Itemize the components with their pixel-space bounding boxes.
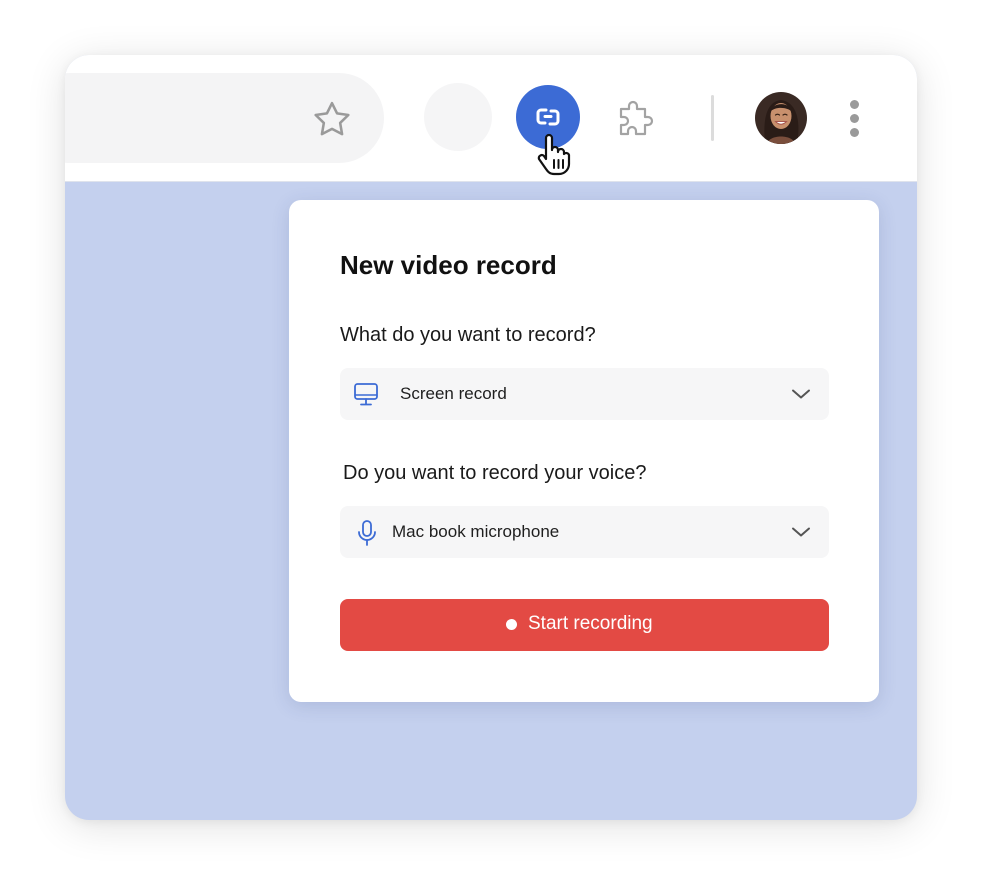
- voice-question-label: Do you want to record your voice?: [343, 462, 647, 484]
- star-icon[interactable]: [310, 98, 354, 142]
- toolbar-divider: [711, 95, 714, 141]
- chevron-down-icon: [791, 524, 811, 545]
- hand-cursor-icon: [535, 132, 571, 176]
- more-vertical-icon[interactable]: [844, 96, 864, 140]
- popup-title: New video record: [340, 250, 557, 280]
- monitor-icon: [353, 381, 379, 412]
- record-dot-icon: [506, 619, 517, 630]
- record-source-select[interactable]: Screen record: [340, 368, 829, 420]
- microphone-icon: [356, 519, 378, 552]
- puzzle-icon[interactable]: [616, 96, 658, 138]
- browser-window: New video record What do you want to rec…: [65, 55, 917, 820]
- start-recording-label: Start recording: [528, 613, 653, 634]
- chevron-down-icon: [791, 386, 811, 407]
- new-video-record-popup: New video record What do you want to rec…: [289, 200, 879, 702]
- record-source-value: Screen record: [400, 384, 507, 403]
- avatar[interactable]: [755, 92, 807, 144]
- browser-toolbar: [65, 55, 917, 182]
- voice-source-value: Mac book microphone: [392, 522, 560, 541]
- record-question-label: What do you want to record?: [340, 324, 596, 346]
- screen-recorder-extension-icon: [536, 108, 560, 126]
- toolbar-button[interactable]: [424, 83, 492, 151]
- voice-source-select[interactable]: Mac book microphone: [340, 506, 829, 558]
- start-recording-button[interactable]: Start recording: [340, 599, 829, 651]
